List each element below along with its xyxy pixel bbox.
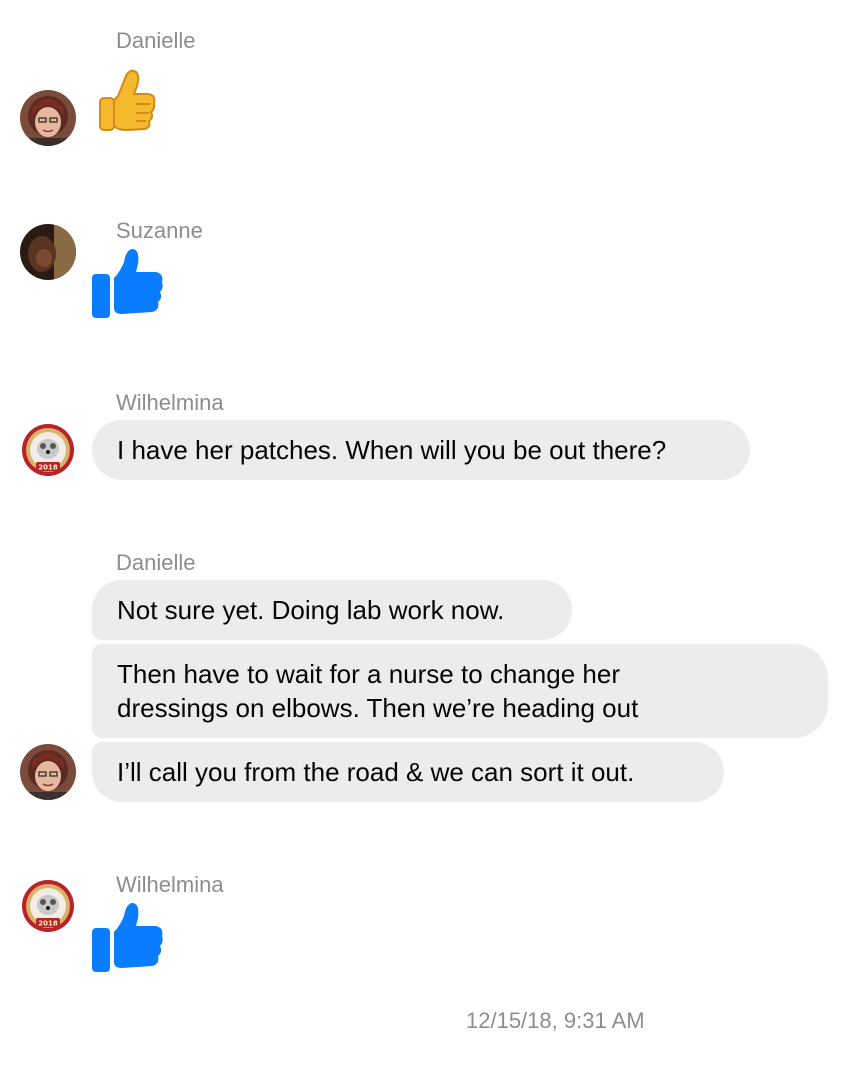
message-text: I have her patches. When will you be out… — [117, 435, 667, 465]
sender-name-danielle: Danielle — [116, 550, 196, 575]
message-bubble[interactable]: I have her patches. When will you be out… — [92, 420, 750, 480]
avatar-danielle[interactable] — [20, 90, 76, 146]
badge-year-label: 2018 — [38, 920, 58, 928]
like-thumb-icon — [92, 902, 164, 979]
sender-name-danielle: Danielle — [116, 28, 196, 53]
message-text: I’ll call you from the road & we can sor… — [117, 757, 635, 787]
message-bubble[interactable]: I’ll call you from the road & we can sor… — [92, 742, 724, 802]
message-text-line-2: dressings on elbows. Then we’re heading … — [117, 693, 639, 723]
message-bubble[interactable]: Then have to wait for a nurse to change … — [92, 644, 828, 738]
message-bubble[interactable]: Not sure yet. Doing lab work now. — [92, 580, 572, 640]
avatar-suzanne[interactable] — [20, 224, 76, 280]
sender-name-wilhelmina: Wilhelmina — [116, 872, 224, 897]
avatar-danielle[interactable] — [20, 744, 76, 800]
message-timestamp: 12/15/18, 9:31 AM — [466, 1008, 645, 1033]
sender-name-suzanne: Suzanne — [116, 218, 203, 243]
like-thumb-icon — [92, 248, 164, 325]
sender-name-wilhelmina: Wilhelmina — [116, 390, 224, 415]
badge-year-label: 2018 — [38, 464, 58, 472]
avatar-wilhelmina[interactable]: 2018 — [20, 422, 76, 478]
message-text: Not sure yet. Doing lab work now. — [117, 595, 505, 625]
avatar-wilhelmina[interactable]: 2018 — [20, 878, 76, 934]
thumbs-up-emoji-icon — [96, 68, 156, 141]
message-text-line-1: Then have to wait for a nurse to change … — [117, 659, 620, 689]
